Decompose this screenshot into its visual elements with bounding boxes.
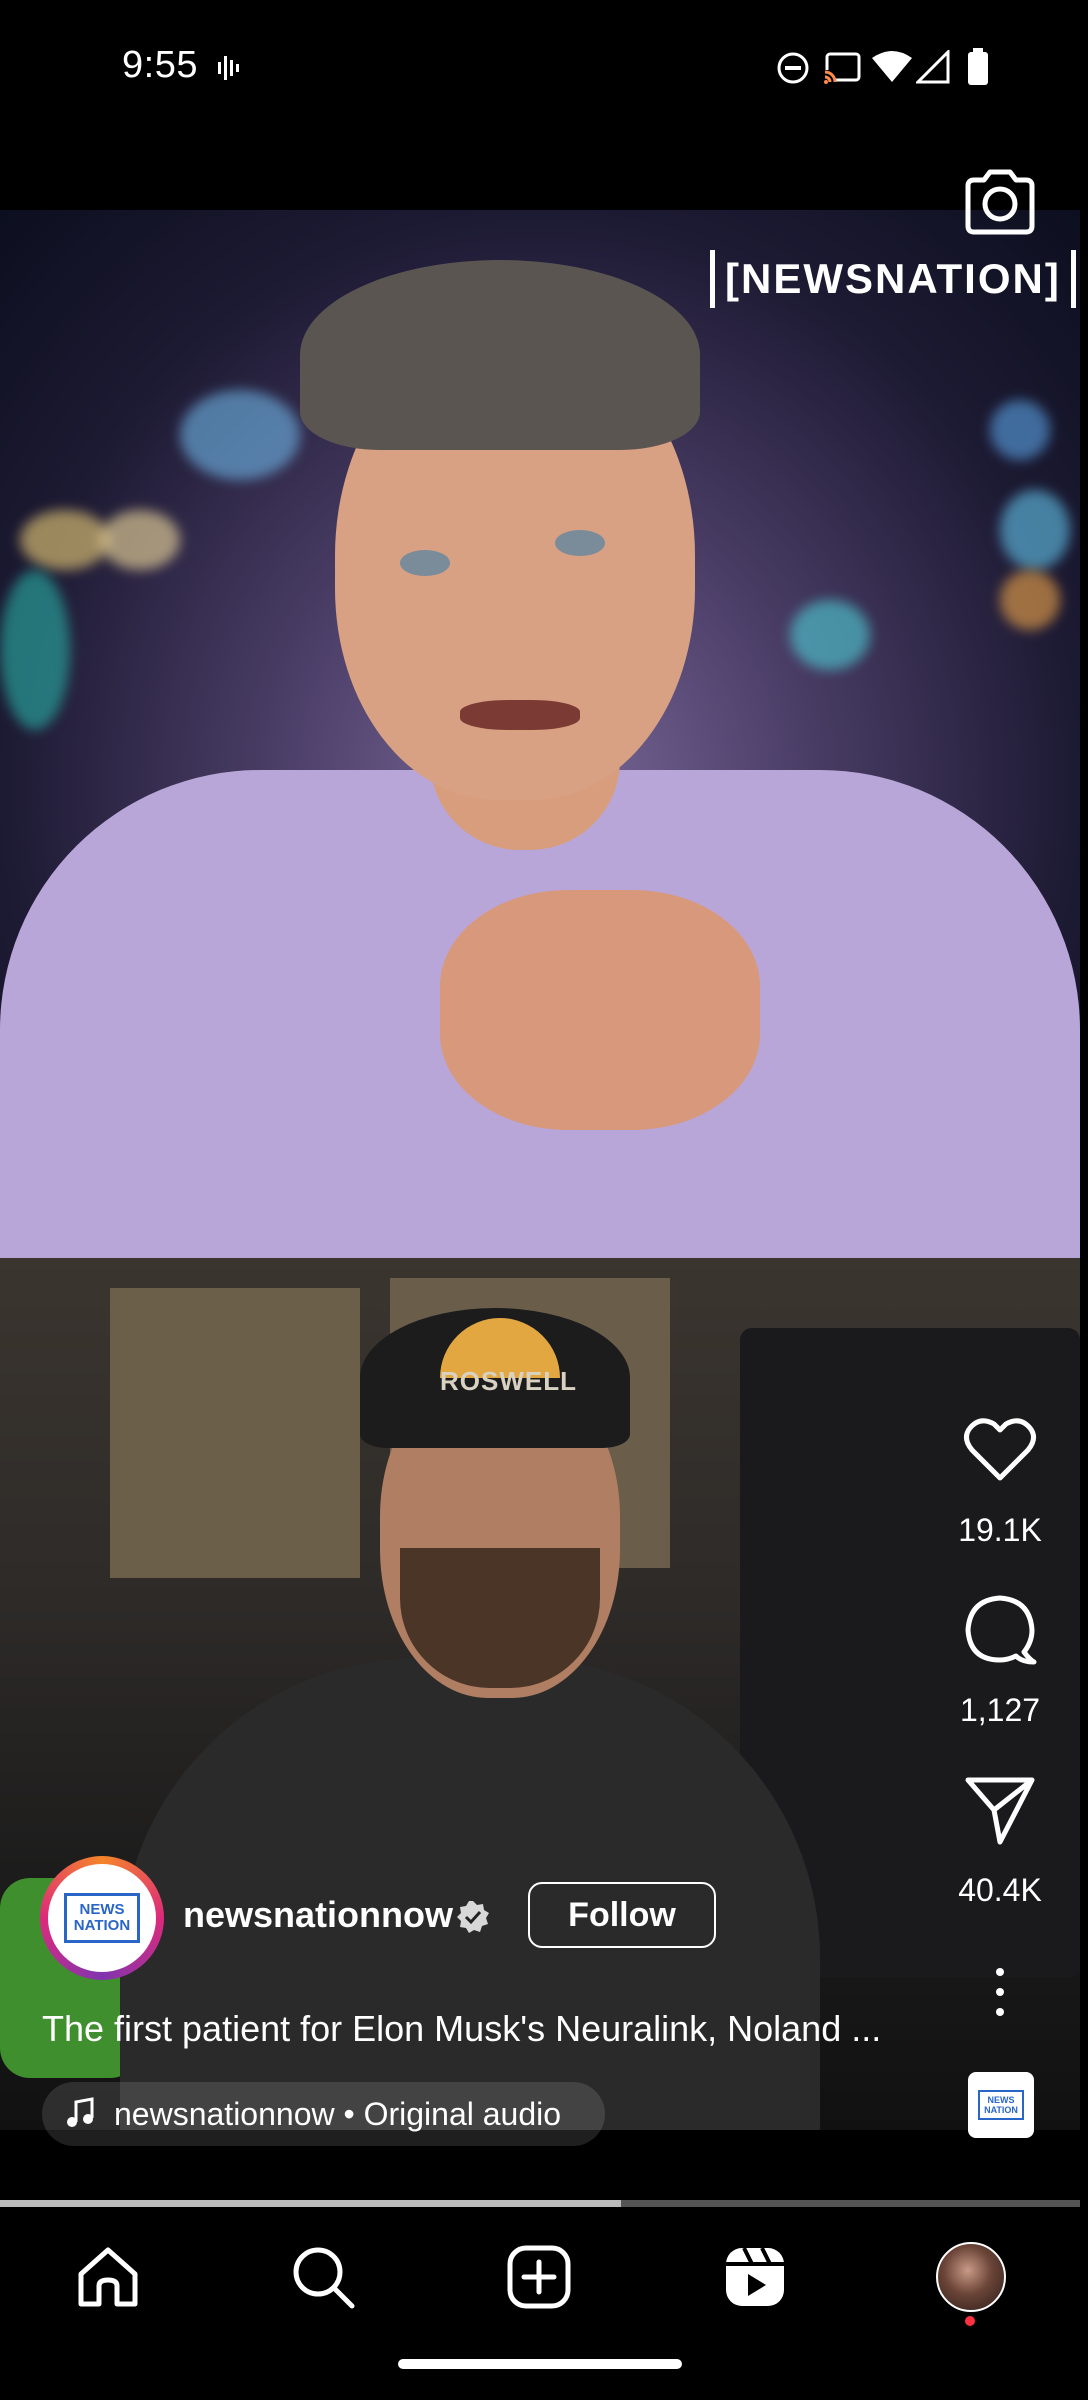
audio-label: newsnationnow • Original audio xyxy=(114,2095,562,2132)
nav-reels[interactable] xyxy=(710,2232,800,2322)
comment-icon[interactable] xyxy=(960,1590,1040,1670)
author-username[interactable]: newsnationnow xyxy=(183,1894,453,1936)
nav-search[interactable] xyxy=(278,2232,368,2322)
logo-line1: NEWS xyxy=(79,1901,125,1918)
video-frame-top[interactable] xyxy=(0,210,1080,1258)
battery-icon xyxy=(968,48,988,85)
cast-icon xyxy=(824,52,861,84)
like-heart-icon[interactable] xyxy=(960,1410,1040,1490)
thumb-line1: NEWS xyxy=(987,2095,1015,2105)
more-options-icon[interactable] xyxy=(985,1964,1015,2020)
verified-badge-icon xyxy=(457,1901,489,1933)
logo-line2: NATION xyxy=(73,1917,131,1934)
newsnation-watermark: [NEWSNATION] xyxy=(710,250,1076,308)
audio-thumb-logo: NEWS NATION xyxy=(978,2090,1024,2120)
audio-attribution[interactable]: newsnationnow • Original audio xyxy=(42,2082,606,2146)
reels-icon xyxy=(726,2247,784,2306)
nav-home[interactable] xyxy=(63,2232,153,2322)
nav-profile[interactable] xyxy=(926,2232,1016,2322)
share-count: 40.4K xyxy=(958,1872,1042,1908)
wifi-icon xyxy=(872,51,912,82)
follow-button[interactable]: Follow xyxy=(528,1882,716,1948)
do-not-disturb-icon xyxy=(777,52,809,84)
comment-count: 1,127 xyxy=(959,1692,1041,1728)
notification-dot xyxy=(965,2316,975,2326)
hat-text: ROSWELL xyxy=(440,1366,577,1396)
share-send-icon[interactable] xyxy=(960,1770,1040,1850)
music-note-icon xyxy=(67,2097,94,2127)
author-avatar[interactable]: NEWS NATION xyxy=(48,1864,156,1972)
create-icon xyxy=(507,2245,571,2309)
newsnation-logo: NEWS NATION xyxy=(64,1893,140,1943)
status-time: 9:55 xyxy=(122,44,198,86)
reel-caption[interactable]: The first patient for Elon Musk's Neural… xyxy=(42,2008,902,2050)
like-count: 19.1K xyxy=(958,1512,1042,1548)
search-icon xyxy=(293,2247,355,2309)
audio-thumbnail[interactable]: NEWS NATION xyxy=(968,2072,1034,2138)
nav-create[interactable] xyxy=(494,2232,584,2322)
camera-icon[interactable] xyxy=(962,166,1038,238)
video-progress-fill xyxy=(0,2200,621,2207)
gesture-home-indicator[interactable] xyxy=(398,2359,682,2369)
home-icon xyxy=(78,2247,138,2307)
cellular-signal-icon xyxy=(916,50,950,84)
profile-avatar xyxy=(936,2242,1006,2312)
sound-wave-icon xyxy=(218,56,239,80)
thumb-line2: NATION xyxy=(984,2105,1018,2115)
